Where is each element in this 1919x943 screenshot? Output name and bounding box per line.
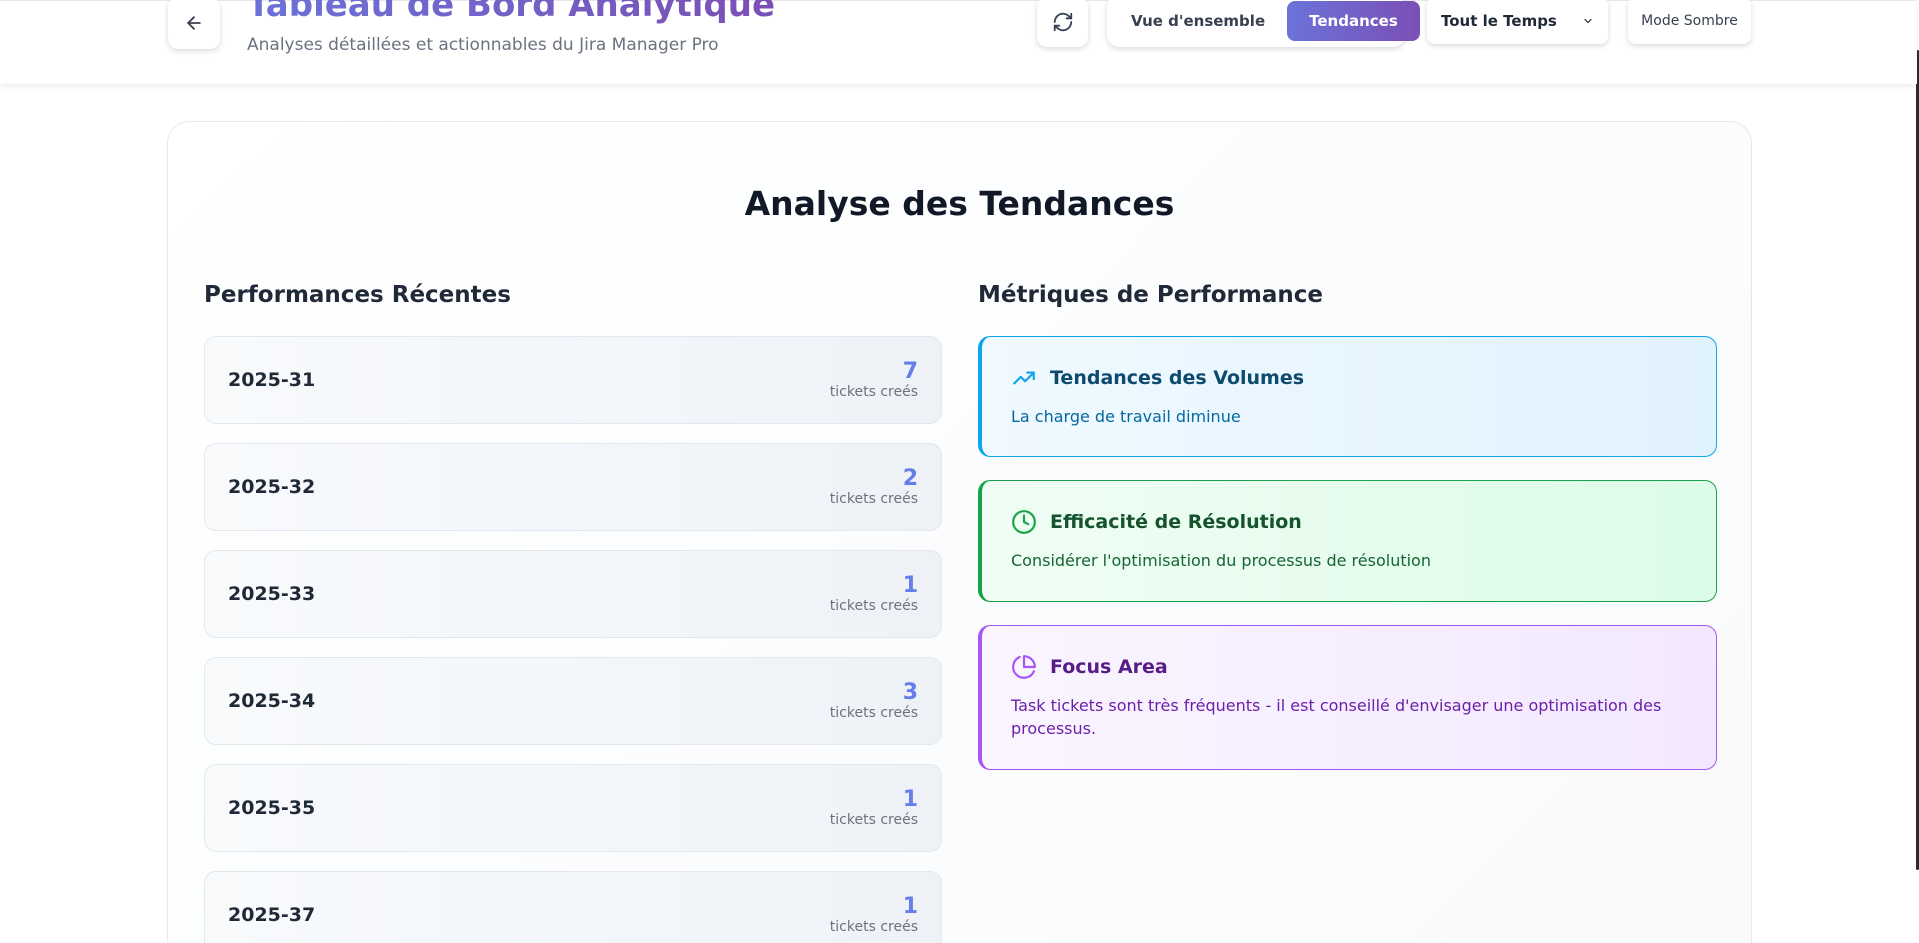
section-title: Analyse des Tendances bbox=[744, 184, 1175, 223]
arrow-left-icon bbox=[187, 16, 201, 30]
trending-up-icon bbox=[1013, 371, 1035, 385]
page-title: Tableau de Bord Analytique bbox=[247, 0, 775, 25]
week-item: 2025-37 1 tickets creés bbox=[204, 871, 942, 943]
metric-description: La charge de travail diminue bbox=[1011, 407, 1241, 426]
chevron-down-icon bbox=[1584, 18, 1592, 23]
week-count: 3 bbox=[902, 680, 918, 705]
page-subtitle: Analyses détaillées et actionnables du J… bbox=[247, 35, 719, 55]
week-list: 2025-31 7 tickets creés 2025-32 2 ticket… bbox=[204, 336, 942, 943]
week-item: 2025-33 1 tickets creés bbox=[204, 550, 942, 638]
week-label: 2025-34 bbox=[228, 690, 316, 712]
week-unit: tickets creés bbox=[829, 705, 918, 721]
week-unit: tickets creés bbox=[829, 812, 918, 828]
week-item: 2025-34 3 tickets creés bbox=[204, 657, 942, 745]
week-label: 2025-31 bbox=[228, 369, 316, 391]
dark-mode-button[interactable]: Mode Sombre bbox=[1628, 0, 1751, 44]
view-tabs: Vue d'ensemble Tendances bbox=[1107, 0, 1420, 47]
metric-card-volume: Tendances des Volumes La charge de trava… bbox=[978, 336, 1717, 457]
week-unit: tickets creés bbox=[829, 384, 918, 400]
performance-metrics-title: Métriques de Performance bbox=[978, 282, 1323, 308]
refresh-button[interactable] bbox=[1037, 0, 1088, 47]
week-unit: tickets creés bbox=[829, 598, 918, 614]
metric-list: Tendances des Volumes La charge de trava… bbox=[978, 336, 1717, 793]
refresh-icon bbox=[1053, 12, 1072, 32]
metric-description: Considérer l'optimisation du processus d… bbox=[1011, 551, 1431, 570]
week-unit: tickets creés bbox=[829, 491, 918, 507]
period-select-value: Tout le Temps bbox=[1441, 11, 1557, 30]
week-count: 2 bbox=[902, 466, 918, 491]
period-select[interactable]: Tout le Temps bbox=[1427, 0, 1608, 44]
week-count: 1 bbox=[902, 573, 918, 598]
clock-icon bbox=[1012, 510, 1036, 534]
metric-title: Tendances des Volumes bbox=[1050, 367, 1305, 389]
week-item: 2025-35 1 tickets creés bbox=[204, 764, 942, 852]
back-button[interactable] bbox=[168, 0, 220, 49]
week-item: 2025-32 2 tickets creés bbox=[204, 443, 942, 531]
week-count: 1 bbox=[902, 894, 918, 919]
tab-trends[interactable]: Tendances bbox=[1287, 1, 1420, 41]
tab-overview[interactable]: Vue d'ensemble bbox=[1113, 1, 1283, 41]
week-count: 1 bbox=[902, 787, 918, 812]
metric-card-focus: Focus Area Task tickets sont très fréque… bbox=[978, 625, 1717, 770]
week-label: 2025-33 bbox=[228, 583, 316, 605]
week-label: 2025-35 bbox=[228, 797, 316, 819]
metric-description: Task tickets sont très fréquents - il es… bbox=[1011, 696, 1662, 738]
metric-card-resolution: Efficacité de Résolution Considérer l'op… bbox=[978, 480, 1717, 602]
metric-title: Efficacité de Résolution bbox=[1050, 511, 1302, 533]
pie-chart-icon bbox=[1012, 655, 1036, 679]
trends-panel: Analyse des Tendances Performances Récen… bbox=[167, 121, 1752, 943]
week-label: 2025-37 bbox=[228, 904, 316, 926]
week-unit: tickets creés bbox=[829, 919, 918, 935]
week-count: 7 bbox=[902, 359, 918, 384]
week-label: 2025-32 bbox=[228, 476, 316, 498]
top-header: Tableau de Bord Analytique Analyses déta… bbox=[0, 0, 1917, 84]
metric-title: Focus Area bbox=[1050, 656, 1168, 678]
recent-performance-title: Performances Récentes bbox=[204, 282, 511, 308]
week-item: 2025-31 7 tickets creés bbox=[204, 336, 942, 424]
